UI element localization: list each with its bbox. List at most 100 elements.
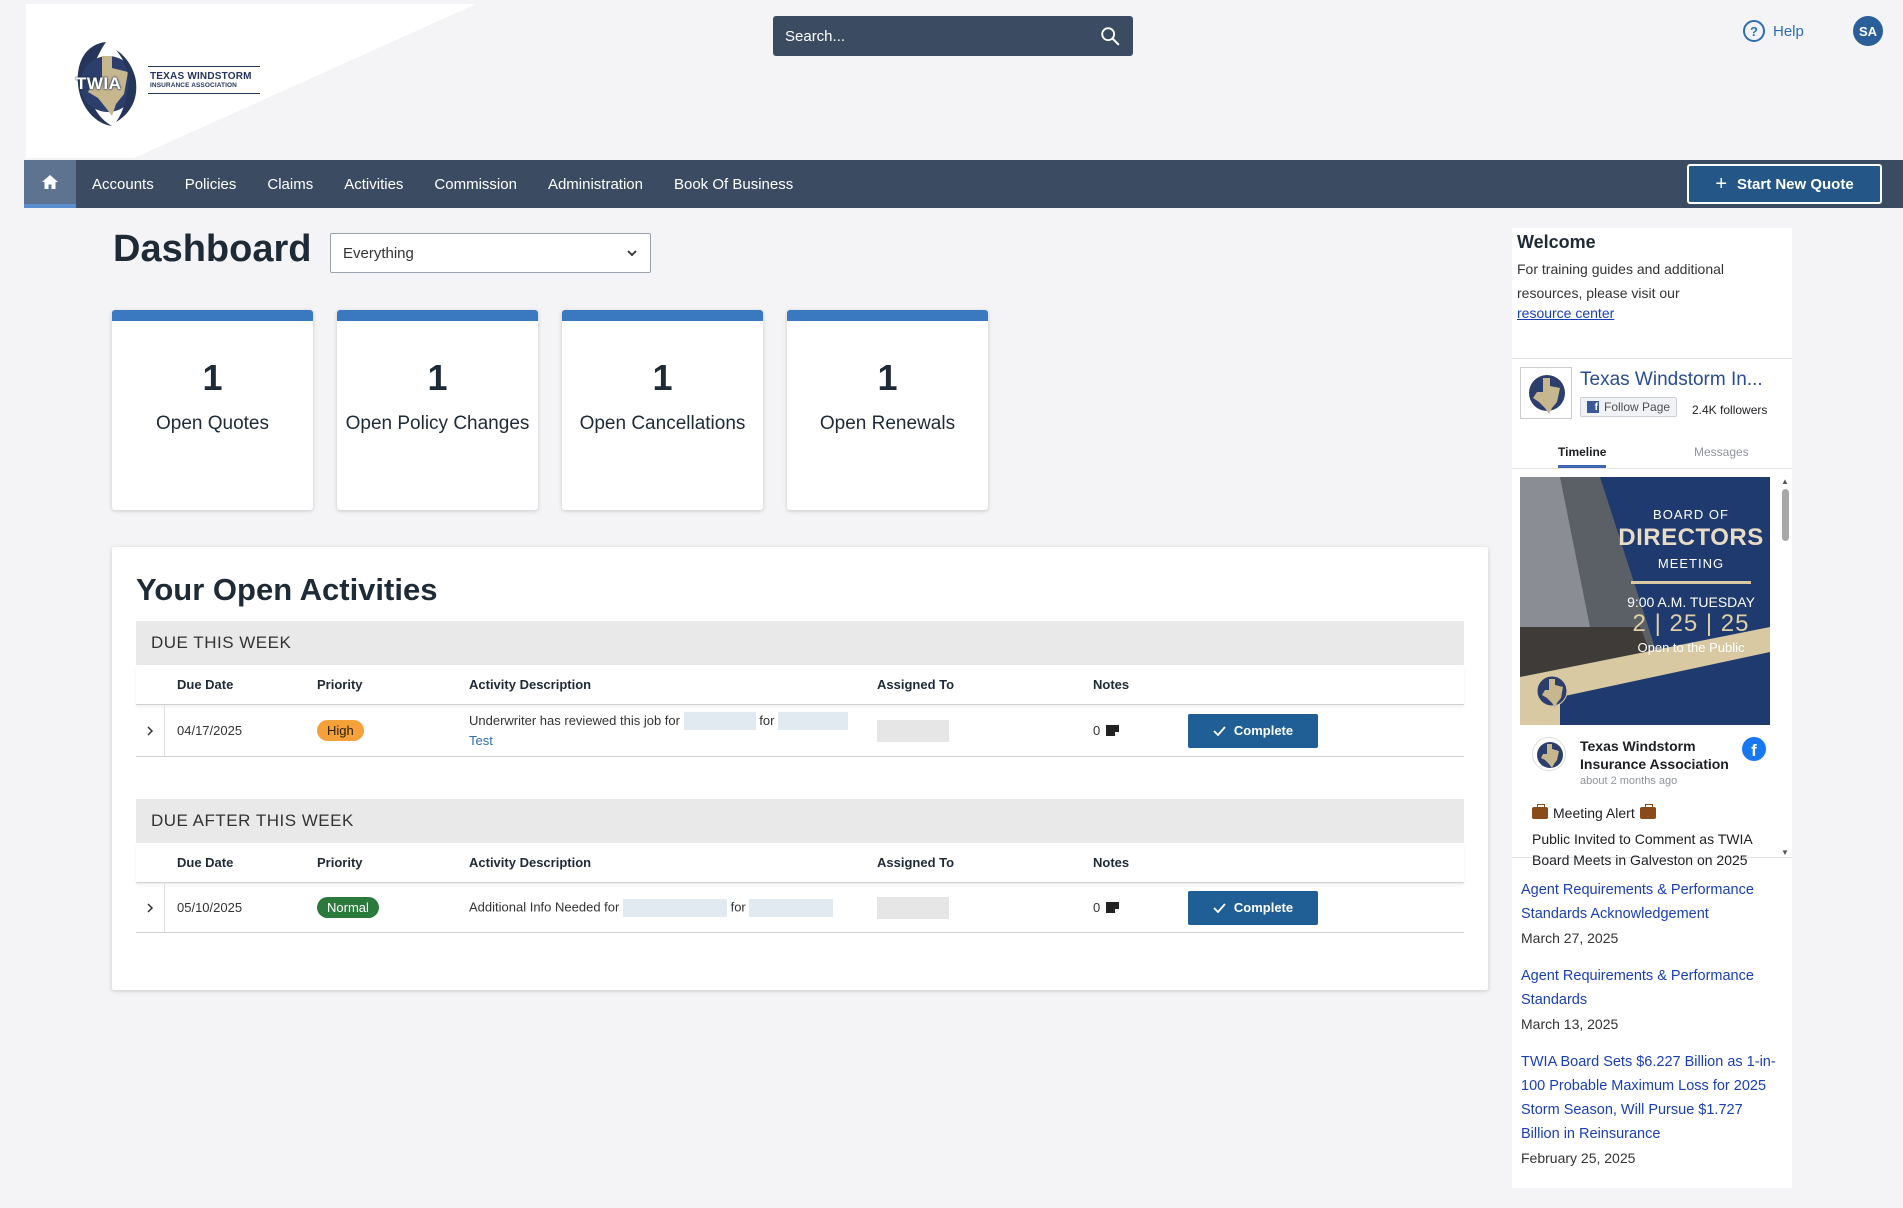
follow-page-button[interactable]: f Follow Page — [1580, 397, 1678, 417]
post-body: Public Invited to Comment as TWIA Board … — [1532, 831, 1752, 868]
plus-icon: + — [1715, 173, 1727, 195]
facebook-post-image[interactable]: BOARD OF DIRECTORS MEETING 9:00 A.M. TUE… — [1520, 477, 1770, 725]
image-line-2: DIRECTORS — [1618, 524, 1764, 551]
description-link[interactable]: Test — [469, 733, 493, 748]
facebook-scrollbar[interactable]: ▲ ▼ — [1780, 477, 1790, 857]
home-icon — [42, 175, 58, 189]
briefcase-icon — [1639, 804, 1656, 819]
header: TWIA TEXAS WINDSTORM INSURANCE ASSOCIATI… — [0, 0, 1903, 160]
col-activity-description[interactable]: Activity Description — [469, 855, 877, 870]
facebook-tabs: Timeline Messages — [1512, 433, 1792, 469]
start-new-quote-button[interactable]: + Start New Quote — [1687, 164, 1882, 204]
complete-button[interactable]: Complete — [1188, 890, 1318, 925]
post-alert: Meeting Alert — [1532, 804, 1656, 821]
card-label: Open Policy Changes — [345, 413, 530, 434]
complete-label: Complete — [1233, 723, 1294, 738]
twia-mini-logo — [1529, 375, 1565, 414]
col-assigned-to[interactable]: Assigned To — [877, 677, 1093, 692]
card-open-quotes[interactable]: 1 Open Quotes — [112, 310, 313, 510]
post-image-text: BOARD OF DIRECTORS MEETING 9:00 A.M. TUE… — [1616, 507, 1766, 655]
chevron-down-icon — [627, 250, 637, 257]
activities-title: Your Open Activities — [136, 572, 438, 607]
start-new-quote-label: Start New Quote — [1737, 175, 1854, 193]
news-link[interactable]: Agent Requirements & Performance Standar… — [1521, 964, 1785, 1012]
image-line-6: Open to the Public — [1637, 640, 1745, 655]
col-assigned-to[interactable]: Assigned To — [877, 855, 1093, 870]
description-for: for — [730, 898, 746, 914]
section-due-after-this-week: DUE AFTER THIS WEEK Due Date Priority Ac… — [136, 799, 1464, 933]
facebook-icon[interactable]: f — [1742, 737, 1766, 761]
table-header: Due Date Priority Activity Description A… — [136, 665, 1464, 705]
expand-chevron-icon[interactable] — [136, 705, 165, 756]
row-description: Underwriter has reviewed this job for fo… — [469, 711, 877, 751]
open-activities-panel: Your Open Activities DUE THIS WEEK Due D… — [112, 547, 1488, 990]
col-notes[interactable]: Notes — [1093, 677, 1188, 692]
logo-badge-text: TWIA — [76, 74, 122, 93]
facebook-icon: f — [1587, 401, 1599, 413]
image-line-4: 9:00 A.M. TUESDAY — [1627, 594, 1755, 610]
post-author-avatar[interactable] — [1532, 737, 1566, 771]
nav-item-policies[interactable]: Policies — [185, 176, 237, 193]
tab-messages[interactable]: Messages — [1694, 445, 1749, 459]
facebook-page-name[interactable]: Texas Windstorm In... — [1580, 369, 1763, 391]
table-row[interactable]: 04/17/2025 High Underwriter has reviewed… — [136, 705, 1464, 757]
help-link[interactable]: ? Help — [1743, 20, 1804, 42]
redacted-field — [683, 712, 756, 731]
card-label: Open Renewals — [819, 413, 956, 434]
table-header: Due Date Priority Activity Description A… — [136, 843, 1464, 883]
col-priority[interactable]: Priority — [317, 855, 469, 870]
notes-cell[interactable]: 0 — [1093, 900, 1188, 915]
image-line-3: MEETING — [1657, 556, 1725, 571]
search-icon[interactable] — [1099, 25, 1121, 47]
nav-item-accounts[interactable]: Accounts — [92, 176, 154, 193]
card-count: 1 — [652, 357, 673, 398]
logo-line1: TEXAS WINDSTORM — [150, 71, 252, 82]
check-icon — [1213, 725, 1226, 736]
col-priority[interactable]: Priority — [317, 677, 469, 692]
twia-logo[interactable]: TWIA TEXAS WINDSTORM INSURANCE ASSOCIATI… — [72, 36, 262, 132]
facebook-page-logo[interactable] — [1520, 367, 1572, 419]
complete-button[interactable]: Complete — [1188, 713, 1318, 748]
scrollbar-thumb[interactable] — [1782, 489, 1789, 541]
tab-timeline[interactable]: Timeline — [1558, 445, 1607, 468]
section-heading: DUE AFTER THIS WEEK — [136, 799, 1464, 843]
avatar[interactable]: SA — [1853, 16, 1883, 46]
logo-wordmark: TEXAS WINDSTORM INSURANCE ASSOCIATION — [148, 66, 260, 94]
facebook-page-header: Texas Windstorm In... f Follow Page 2.4K… — [1520, 367, 1784, 421]
scroll-up-icon[interactable]: ▲ — [1781, 477, 1789, 486]
assigned-to-redacted — [877, 896, 949, 919]
note-icon — [1106, 725, 1120, 736]
card-open-renewals[interactable]: 1 Open Renewals — [787, 310, 988, 510]
card-open-policy-changes[interactable]: 1 Open Policy Changes — [337, 310, 538, 510]
nav-item-activities[interactable]: Activities — [344, 176, 403, 193]
summary-cards: 1 Open Quotes 1 Open Policy Changes 1 Op… — [112, 310, 988, 510]
card-count: 1 — [427, 357, 448, 398]
search-input[interactable]: Search... — [773, 16, 1133, 56]
news-link[interactable]: Agent Requirements & Performance Standar… — [1521, 878, 1785, 926]
col-due-date[interactable]: Due Date — [165, 677, 317, 692]
image-line-1: BOARD OF — [1653, 507, 1729, 522]
nav-item-administration[interactable]: Administration — [548, 176, 643, 193]
expand-chevron-icon[interactable] — [136, 883, 165, 932]
card-open-cancellations[interactable]: 1 Open Cancellations — [562, 310, 763, 510]
post-time[interactable]: about 2 months ago — [1580, 775, 1677, 787]
resource-center-link[interactable]: resource center — [1517, 305, 1614, 321]
scroll-down-icon[interactable]: ▼ — [1781, 848, 1789, 857]
col-notes[interactable]: Notes — [1093, 855, 1188, 870]
card-count: 1 — [202, 357, 223, 398]
nav-item-claims[interactable]: Claims — [267, 176, 313, 193]
col-due-date[interactable]: Due Date — [165, 855, 317, 870]
post-author[interactable]: Texas Windstorm Insurance Association — [1580, 737, 1750, 773]
main-nav: Accounts Policies Claims Activities Comm… — [24, 160, 1903, 208]
news-link[interactable]: TWIA Board Sets $6.227 Billion as 1-in-1… — [1521, 1050, 1785, 1146]
table-row[interactable]: 05/10/2025 Normal Additional Info Needed… — [136, 883, 1464, 933]
row-due-date: 04/17/2025 — [177, 723, 243, 738]
nav-home[interactable] — [24, 160, 76, 208]
nav-item-book-of-business[interactable]: Book Of Business — [674, 176, 793, 193]
section-due-this-week: DUE THIS WEEK Due Date Priority Activity… — [136, 621, 1464, 757]
notes-cell[interactable]: 0 — [1093, 723, 1188, 738]
dashboard-filter-select[interactable]: Everything — [330, 233, 651, 273]
col-activity-description[interactable]: Activity Description — [469, 677, 877, 692]
followers-count: 2.4K followers — [1692, 403, 1768, 417]
nav-item-commission[interactable]: Commission — [434, 176, 517, 193]
